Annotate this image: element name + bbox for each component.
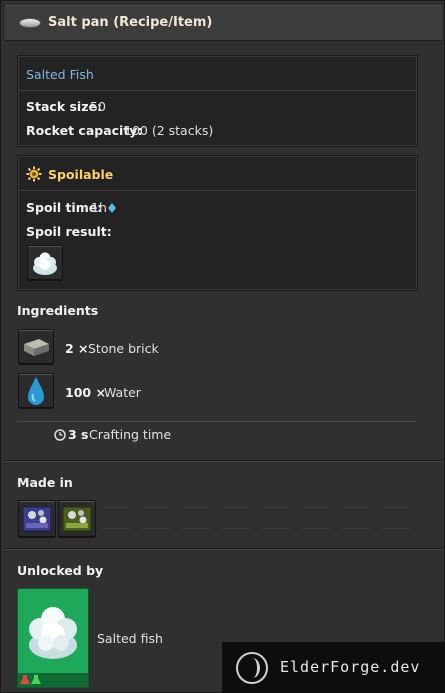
ingredient-name: Stone brick [88,341,159,356]
crafting-time-value: 3 s [68,427,89,442]
section-divider [5,460,442,462]
technology-name[interactable]: Salted fish [97,631,163,646]
assembler-green-icon [62,506,92,532]
salt-crystal-icon [33,252,57,275]
item-info-panel: Salted Fish Stack size: 50 Rocket capaci… [17,55,418,147]
elderforge-logo-icon [236,652,268,684]
diamond-icon [108,203,116,213]
empty-machine-slot [299,501,333,535]
spoil-gear-icon [26,166,42,182]
watermark: ElderForge.dev [222,642,445,693]
item-name-link[interactable]: Salted Fish [26,67,94,82]
ingredients-header: Ingredients [17,303,99,318]
title-bar: Salt pan (Recipe/Item) [5,5,442,41]
spoil-result-slot[interactable] [27,245,63,281]
clock-icon [54,429,66,441]
science-pack-strip [18,673,88,687]
crafting-time-label: Crafting time [89,427,172,442]
empty-machine-slot [219,501,253,535]
empty-machine-slot [179,501,213,535]
empty-machine-slot [99,501,133,535]
empty-machine-slot [379,501,413,535]
ingredient-name: Water [104,385,141,400]
machine-slot-assembler-green[interactable] [58,500,96,538]
assembler-blue-icon [22,506,52,532]
empty-machine-slot [259,501,293,535]
technology-slot[interactable] [17,588,89,688]
ingredient-amount: 2 × [65,341,89,356]
ingredients-divider [17,421,416,422]
section-divider [5,548,442,550]
spoil-panel: Spoilable Spoil time: 1h Spoil result: [17,155,418,291]
spoilable-header: Spoilable [48,167,114,182]
ingredient-amount: 100 × [65,385,106,400]
unlocked-by-header: Unlocked by [17,563,104,578]
water-drop-icon [28,377,44,405]
tooltip-window: Salt pan (Recipe/Item) Salted Fish Stack… [0,0,445,693]
ingredient-slot-stone-brick[interactable] [18,329,54,365]
empty-machine-slot [139,501,173,535]
ingredient-slot-water[interactable] [18,373,54,409]
stack-size-value: 50 [90,99,106,114]
salted-fish-tech-icon [29,607,77,659]
stone-brick-icon [24,339,49,356]
spoil-result-label: Spoil result: [26,224,112,239]
rocket-capacity-value: 100 (2 stacks) [124,123,214,138]
made-in-header: Made in [17,475,73,490]
machine-slot-assembler-blue[interactable] [18,500,56,538]
window-title: Salt pan (Recipe/Item) [48,15,213,30]
spoil-time-value: 1h [91,200,107,215]
watermark-text: ElderForge.dev [280,658,421,676]
science-pack-icon [20,675,41,684]
empty-machine-slot [339,501,373,535]
salt-pan-icon [19,17,41,28]
